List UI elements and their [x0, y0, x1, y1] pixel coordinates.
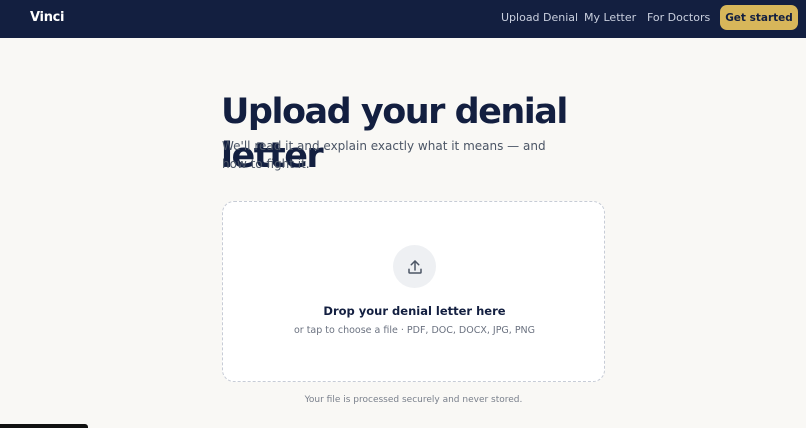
top-navbar: Vinci Upload Denial My Letter For Doctor…	[0, 0, 806, 38]
nav-link-upload-denial[interactable]: Upload Denial	[501, 11, 578, 24]
security-note: Your file is processed securely and neve…	[304, 395, 523, 405]
nav-link-for-doctors[interactable]: For Doctors	[647, 11, 710, 24]
nav-link-my-letter[interactable]: My Letter	[584, 11, 636, 24]
dropzone-title: Drop your denial letter here	[323, 304, 506, 318]
dropzone-hint: or tap to choose a file · PDF, DOC, DOCX…	[293, 325, 536, 336]
file-dropzone[interactable]: Drop your denial letter here or tap to c…	[222, 201, 605, 382]
page-subtitle: We'll read it and explain exactly what i…	[222, 139, 546, 171]
bottom-left-bar	[0, 424, 88, 428]
get-started-button[interactable]: Get started	[720, 5, 798, 30]
upload-icon	[407, 259, 422, 274]
upload-button-circle[interactable]	[393, 245, 436, 288]
brand-logo[interactable]: Vinci	[30, 10, 65, 25]
